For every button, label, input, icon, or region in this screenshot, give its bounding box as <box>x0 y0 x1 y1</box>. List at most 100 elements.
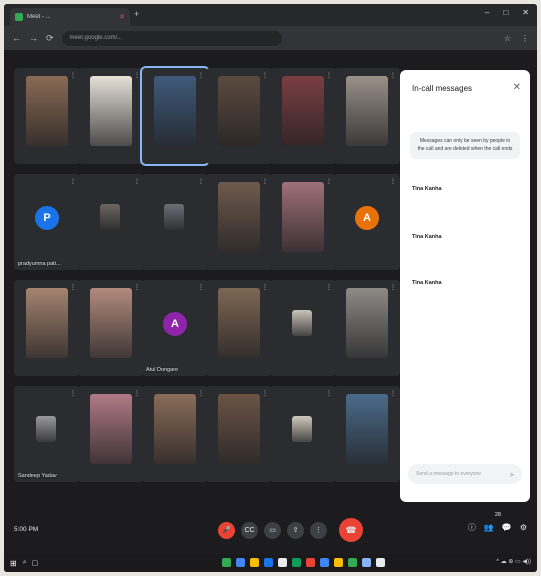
participant-tile[interactable]: ⋮ <box>334 386 400 482</box>
participant-tile[interactable]: ⋮ <box>334 68 400 164</box>
present-screen-button[interactable]: ▭ <box>264 521 281 539</box>
back-icon[interactable]: ← <box>12 33 21 43</box>
participant-video <box>218 288 260 358</box>
activities-icon[interactable]: ⚙ <box>520 523 527 532</box>
url-field[interactable]: meet.google.com/... <box>61 30 282 46</box>
chat-message-input[interactable]: Send a message to everyone <box>408 464 522 484</box>
participant-tile[interactable]: ⋮ <box>270 386 336 482</box>
participant-tile[interactable]: ⋮ <box>78 68 144 164</box>
taskbar-app-icon[interactable] <box>236 558 245 567</box>
tile-options-icon[interactable]: ⋮ <box>326 178 332 185</box>
taskbar-apps <box>222 558 385 567</box>
reload-icon[interactable]: ⟳ <box>46 33 54 44</box>
participant-name: pradyumna pati... <box>18 261 61 267</box>
tile-options-icon[interactable]: ⋮ <box>390 284 396 291</box>
taskbar-app-icon[interactable] <box>306 558 315 567</box>
participant-tile[interactable]: ⋮ <box>206 386 272 482</box>
tile-options-icon[interactable]: ⋮ <box>70 284 76 291</box>
taskbar-app-icon[interactable] <box>334 558 343 567</box>
participant-tile[interactable]: ⋮ <box>142 174 208 270</box>
meeting-details-icon[interactable]: ⓘ <box>468 522 476 533</box>
tile-options-icon[interactable]: ⋮ <box>134 178 140 185</box>
tile-options-icon[interactable]: ⋮ <box>390 178 396 185</box>
tab-close-icon[interactable]: ✕ <box>119 13 125 21</box>
mic-toggle-button[interactable]: 🎤 <box>218 521 235 539</box>
search-icon[interactable]: ⌕ <box>23 559 27 567</box>
new-tab-button[interactable]: + <box>134 9 139 19</box>
bookmark-star-icon[interactable]: ☆ <box>504 34 511 43</box>
taskbar-app-icon[interactable] <box>320 558 329 567</box>
people-icon[interactable]: 👥 <box>484 523 494 532</box>
taskbar-app-icon[interactable] <box>264 558 273 567</box>
participant-video <box>282 76 324 146</box>
participant-video <box>218 182 260 252</box>
participant-video <box>100 204 120 230</box>
participant-tile[interactable]: ⋮ <box>140 66 210 166</box>
browser-window: Meet - ... ✕ + – □ ✕ ← → ⟳ meet.google.c… <box>4 4 537 572</box>
tile-options-icon[interactable]: ⋮ <box>262 284 268 291</box>
participant-tile[interactable]: ⋮ <box>334 280 400 376</box>
more-options-button[interactable]: ⋮ <box>310 521 327 539</box>
tile-options-icon[interactable]: ⋮ <box>390 72 396 79</box>
tile-options-icon[interactable]: ⋮ <box>326 284 332 291</box>
chat-icon[interactable]: 💬 <box>502 523 512 532</box>
minimize-icon[interactable]: – <box>485 8 489 17</box>
tile-options-icon[interactable]: ⋮ <box>198 390 204 397</box>
close-icon[interactable]: ✕ <box>513 82 521 93</box>
participant-tile[interactable]: ⋮ <box>206 174 272 270</box>
tile-options-icon[interactable]: ⋮ <box>134 72 140 79</box>
tile-options-icon[interactable]: ⋮ <box>198 284 204 291</box>
start-menu-icon[interactable]: ⊞ <box>10 559 17 568</box>
browser-menu-icon[interactable]: ⋮ <box>521 34 529 43</box>
taskbar-app-icon[interactable] <box>362 558 371 567</box>
tile-options-icon[interactable]: ⋮ <box>262 390 268 397</box>
close-window-icon[interactable]: ✕ <box>522 8 529 17</box>
tile-options-icon[interactable]: ⋮ <box>198 72 204 79</box>
leave-call-button[interactable]: ☎ <box>339 518 363 542</box>
participant-video <box>90 76 132 146</box>
captions-button[interactable]: CC <box>241 521 258 539</box>
tile-options-icon[interactable]: ⋮ <box>70 178 76 185</box>
participant-tile[interactable]: ⋮ <box>78 174 144 270</box>
participant-video <box>154 394 196 464</box>
task-view-icon[interactable]: ▢ <box>32 559 39 567</box>
taskbar-app-icon[interactable] <box>222 558 231 567</box>
tile-options-icon[interactable]: ⋮ <box>134 390 140 397</box>
tile-options-icon[interactable]: ⋮ <box>134 284 140 291</box>
tile-options-icon[interactable]: ⋮ <box>70 390 76 397</box>
forward-icon[interactable]: → <box>29 33 38 43</box>
participant-tile[interactable]: ⋮ <box>78 280 144 376</box>
send-icon[interactable]: ➤ <box>509 471 515 479</box>
tile-options-icon[interactable]: ⋮ <box>70 72 76 79</box>
participant-tile[interactable]: ⋮ <box>142 386 208 482</box>
maximize-icon[interactable]: □ <box>503 8 508 17</box>
tile-options-icon[interactable]: ⋮ <box>262 178 268 185</box>
taskbar-app-icon[interactable] <box>278 558 287 567</box>
participant-tile[interactable]: A ⋮ <box>334 174 400 270</box>
taskbar-app-icon[interactable] <box>376 558 385 567</box>
tile-options-icon[interactable]: ⋮ <box>198 178 204 185</box>
participant-tile[interactable]: ⋮ <box>14 280 80 376</box>
tab-strip: Meet - ... ✕ + – □ ✕ <box>4 4 537 26</box>
participant-tile[interactable]: ⋮ <box>206 280 272 376</box>
participant-tile[interactable]: P ⋮ pradyumna pati... <box>14 174 80 270</box>
participant-tile[interactable]: ⋮ <box>78 386 144 482</box>
participant-tile[interactable]: ⋮ <box>206 68 272 164</box>
raise-hand-button[interactable]: ⇪ <box>287 521 304 539</box>
tile-options-icon[interactable]: ⋮ <box>262 72 268 79</box>
tile-options-icon[interactable]: ⋮ <box>326 390 332 397</box>
taskbar-app-icon[interactable] <box>250 558 259 567</box>
tile-options-icon[interactable]: ⋮ <box>326 72 332 79</box>
chat-panel-title: In-call messages <box>412 84 473 93</box>
taskbar-app-icon[interactable] <box>348 558 357 567</box>
taskbar-app-icon[interactable] <box>292 558 301 567</box>
participant-tile[interactable]: ⋮ <box>14 68 80 164</box>
participant-tile[interactable]: ⋮ <box>270 280 336 376</box>
browser-tab[interactable]: Meet - ... ✕ <box>10 8 130 26</box>
participant-tile[interactable]: ⋮ Sandeep Yadav <box>14 386 80 482</box>
participant-avatar: A <box>355 206 379 230</box>
tile-options-icon[interactable]: ⋮ <box>390 390 396 397</box>
participant-tile[interactable]: ⋮ <box>270 68 336 164</box>
participant-tile[interactable]: ⋮ <box>270 174 336 270</box>
participant-tile[interactable]: A ⋮ Atul Dongare <box>142 280 208 376</box>
